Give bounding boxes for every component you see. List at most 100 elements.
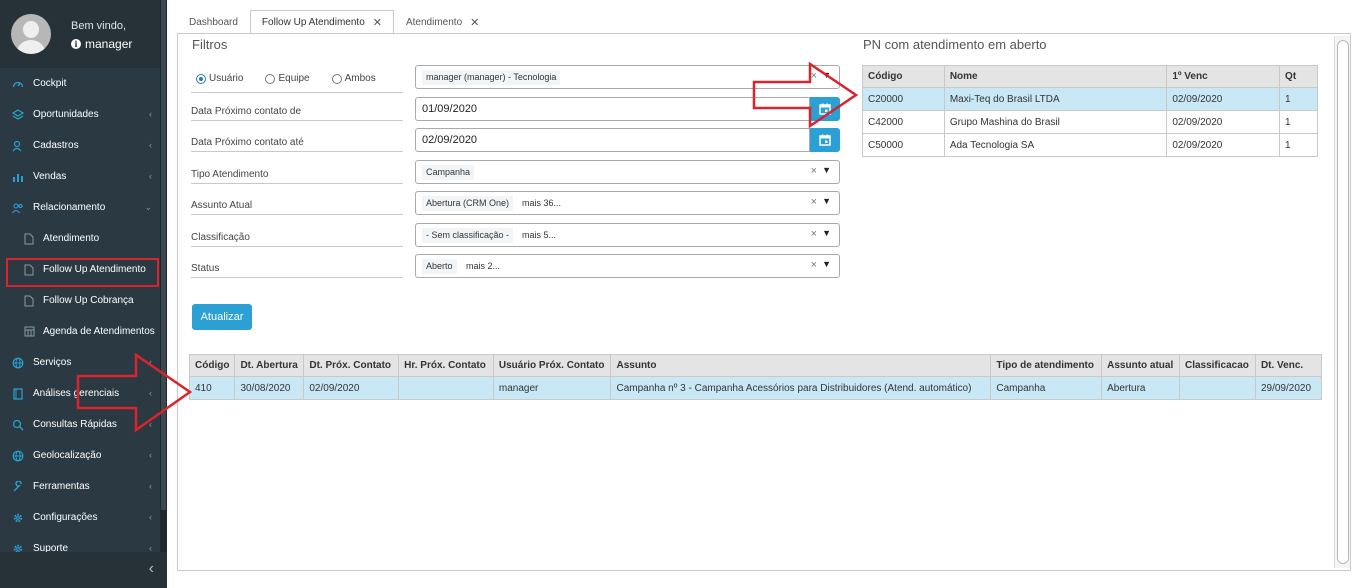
- status-tag[interactable]: Aberto: [422, 259, 457, 274]
- chevron-down-icon[interactable]: ▼: [822, 228, 831, 238]
- book-icon: [11, 387, 25, 401]
- chevron-left-icon: ‹: [149, 357, 152, 367]
- assunto-more[interactable]: mais 36...: [518, 196, 565, 211]
- sidebar-item-atendimento[interactable]: Atendimento: [0, 223, 160, 254]
- chevron-down-icon[interactable]: ▼: [822, 196, 831, 206]
- tab-atendimento[interactable]: Atendimento ✕: [394, 10, 491, 34]
- chevron-left-icon: ‹: [149, 140, 152, 150]
- sidebar-scrollbar-thumb[interactable]: [161, 0, 166, 510]
- chevron-down-icon[interactable]: ▼: [822, 165, 831, 175]
- sidebar-item-geolocaliza-o[interactable]: Geolocalização ‹: [0, 440, 160, 471]
- sidebar-item-label: Follow Up Cobrança: [43, 295, 134, 306]
- classificacao-tag[interactable]: - Sem classificação -: [422, 228, 514, 243]
- sidebar-item-cockpit[interactable]: Cockpit: [0, 68, 160, 99]
- column-header[interactable]: Hr. Próx. Contato: [398, 354, 494, 377]
- date-to-input[interactable]: 02/09/2020: [415, 128, 810, 152]
- clear-icon[interactable]: ×: [811, 228, 817, 240]
- radio-label: Equipe: [278, 73, 310, 84]
- globe-icon: [11, 449, 25, 463]
- column-header[interactable]: Assunto atual: [1101, 354, 1180, 377]
- sidebar-item-cadastros[interactable]: Cadastros ‹: [0, 130, 160, 161]
- sidebar-item-label: Serviços: [33, 357, 72, 368]
- status-select[interactable]: Aberto mais 2... × ▼: [415, 254, 840, 278]
- radio-ambos[interactable]: Ambos: [331, 73, 376, 84]
- table-row[interactable]: 410 30/08/2020 02/09/2020 manager Campanha n…: [188, 376, 1323, 400]
- user-tag[interactable]: manager (manager) - Tecnologia: [422, 70, 561, 85]
- sidebar-item-consultas-r-pidas[interactable]: Consultas Rápidas ‹: [0, 409, 160, 440]
- chevron-down-icon[interactable]: ▼: [822, 259, 831, 269]
- close-icon[interactable]: ✕: [470, 16, 479, 29]
- classificacao-more[interactable]: mais 5...: [518, 228, 560, 243]
- chevron-left-icon: ‹: [149, 512, 152, 522]
- sidebar-item-agenda-de-atendimentos[interactable]: Agenda de Atendimentos: [0, 316, 160, 347]
- update-button[interactable]: Atualizar: [192, 304, 252, 330]
- clear-icon[interactable]: ×: [811, 165, 817, 177]
- column-header[interactable]: 1º Venc: [1166, 65, 1281, 88]
- column-header[interactable]: Assunto: [610, 354, 992, 377]
- collapse-sidebar-icon[interactable]: ‹: [149, 560, 154, 578]
- table-row[interactable]: C42000 Grupo Mashina do Brasil 02/09/2020 1: [862, 110, 1318, 134]
- sidebar-item-label: Consultas Rápidas: [33, 419, 117, 430]
- sidebar-item-follow-up-cobran-a[interactable]: Follow Up Cobrança: [0, 285, 160, 316]
- column-header[interactable]: Usuário Próx. Contato: [492, 354, 612, 377]
- sidebar-item-ferramentas[interactable]: Ferramentas ‹: [0, 471, 160, 502]
- sidebar-item-an-lises-gerenciais[interactable]: Análises gerenciais ‹: [0, 378, 160, 409]
- calendar-icon: [819, 103, 831, 115]
- date-from-calendar-button[interactable]: [810, 97, 840, 121]
- sidebar-item-label: Oportunidades: [33, 109, 99, 120]
- chevron-left-icon: ‹: [149, 171, 152, 181]
- assunto-select[interactable]: Abertura (CRM One) mais 36... × ▼: [415, 191, 840, 215]
- tipo-label: Tipo Atendimento: [191, 169, 403, 184]
- dashboard-icon: [11, 77, 25, 91]
- sidebar-item-vendas[interactable]: Vendas ‹: [0, 161, 160, 192]
- pn-panel-title: PN com atendimento em aberto: [863, 37, 1047, 52]
- content-scrollbar-thumb[interactable]: [1337, 40, 1349, 564]
- sidebar-item-label: Atendimento: [43, 233, 100, 244]
- table-row[interactable]: C20000 Maxi-Teq do Brasil LTDA 02/09/2020 1: [862, 87, 1318, 111]
- clear-icon[interactable]: ×: [811, 70, 817, 82]
- status-more[interactable]: mais 2...: [462, 259, 504, 274]
- status-label: Status: [191, 263, 403, 278]
- tab-follow-up-atendimento[interactable]: Follow Up Atendimento ✕: [249, 10, 394, 34]
- column-header[interactable]: Dt. Venc.: [1254, 354, 1323, 377]
- avatar[interactable]: [11, 14, 51, 54]
- sidebar-item-oportunidades[interactable]: Oportunidades ‹: [0, 99, 160, 130]
- close-icon[interactable]: ✕: [373, 16, 382, 29]
- column-header[interactable]: Tipo de atendimento: [990, 354, 1103, 377]
- column-header[interactable]: Código: [188, 354, 236, 377]
- table-cell: Ada Tecnologia SA: [943, 133, 1168, 157]
- radio-button[interactable]: [196, 73, 206, 84]
- radio-equipe[interactable]: Equipe: [265, 73, 310, 84]
- table-row[interactable]: C50000 Ada Tecnologia SA 02/09/2020 1: [862, 133, 1318, 157]
- column-header[interactable]: Dt. Próx. Contato: [303, 354, 400, 377]
- username[interactable]: i manager: [71, 37, 132, 51]
- table-cell: C42000: [862, 110, 945, 134]
- user-select[interactable]: manager (manager) - Tecnologia × ▼: [415, 65, 840, 89]
- tipo-select[interactable]: Campanha × ▼: [415, 160, 840, 184]
- sidebar-item-relacionamento[interactable]: Relacionamento ⌄: [0, 192, 160, 223]
- column-header[interactable]: Classificacao: [1178, 354, 1256, 377]
- clear-icon[interactable]: ×: [811, 196, 817, 208]
- chevron-left-icon: ‹: [149, 388, 152, 398]
- tipo-tag[interactable]: Campanha: [422, 165, 475, 180]
- chevron-down-icon[interactable]: ▼: [822, 70, 831, 80]
- column-header[interactable]: Dt. Abertura: [234, 354, 305, 377]
- content-scrollbar[interactable]: [1334, 36, 1350, 568]
- date-from-input[interactable]: 01/09/2020: [415, 97, 810, 121]
- column-header[interactable]: Qt: [1279, 65, 1318, 88]
- column-header[interactable]: Código: [862, 65, 945, 88]
- radio-button[interactable]: [265, 73, 276, 84]
- clear-icon[interactable]: ×: [811, 259, 817, 271]
- table-cell: 02/09/2020: [1166, 133, 1281, 157]
- date-to-calendar-button[interactable]: [810, 128, 840, 152]
- radio-usuario[interactable]: Usuário: [196, 73, 243, 84]
- radio-button[interactable]: [331, 73, 342, 84]
- assunto-tag[interactable]: Abertura (CRM One): [422, 196, 514, 211]
- sidebar-item-servi-os[interactable]: Serviços ‹: [0, 347, 160, 378]
- sidebar-item-configura-es[interactable]: Configurações ‹: [0, 502, 160, 533]
- column-header[interactable]: Nome: [943, 65, 1168, 88]
- classificacao-label: Classificação: [191, 232, 403, 247]
- classificacao-select[interactable]: - Sem classificação - mais 5... × ▼: [415, 223, 840, 247]
- tab-dashboard[interactable]: Dashboard: [177, 10, 250, 34]
- table-cell: 02/09/2020: [1166, 87, 1281, 111]
